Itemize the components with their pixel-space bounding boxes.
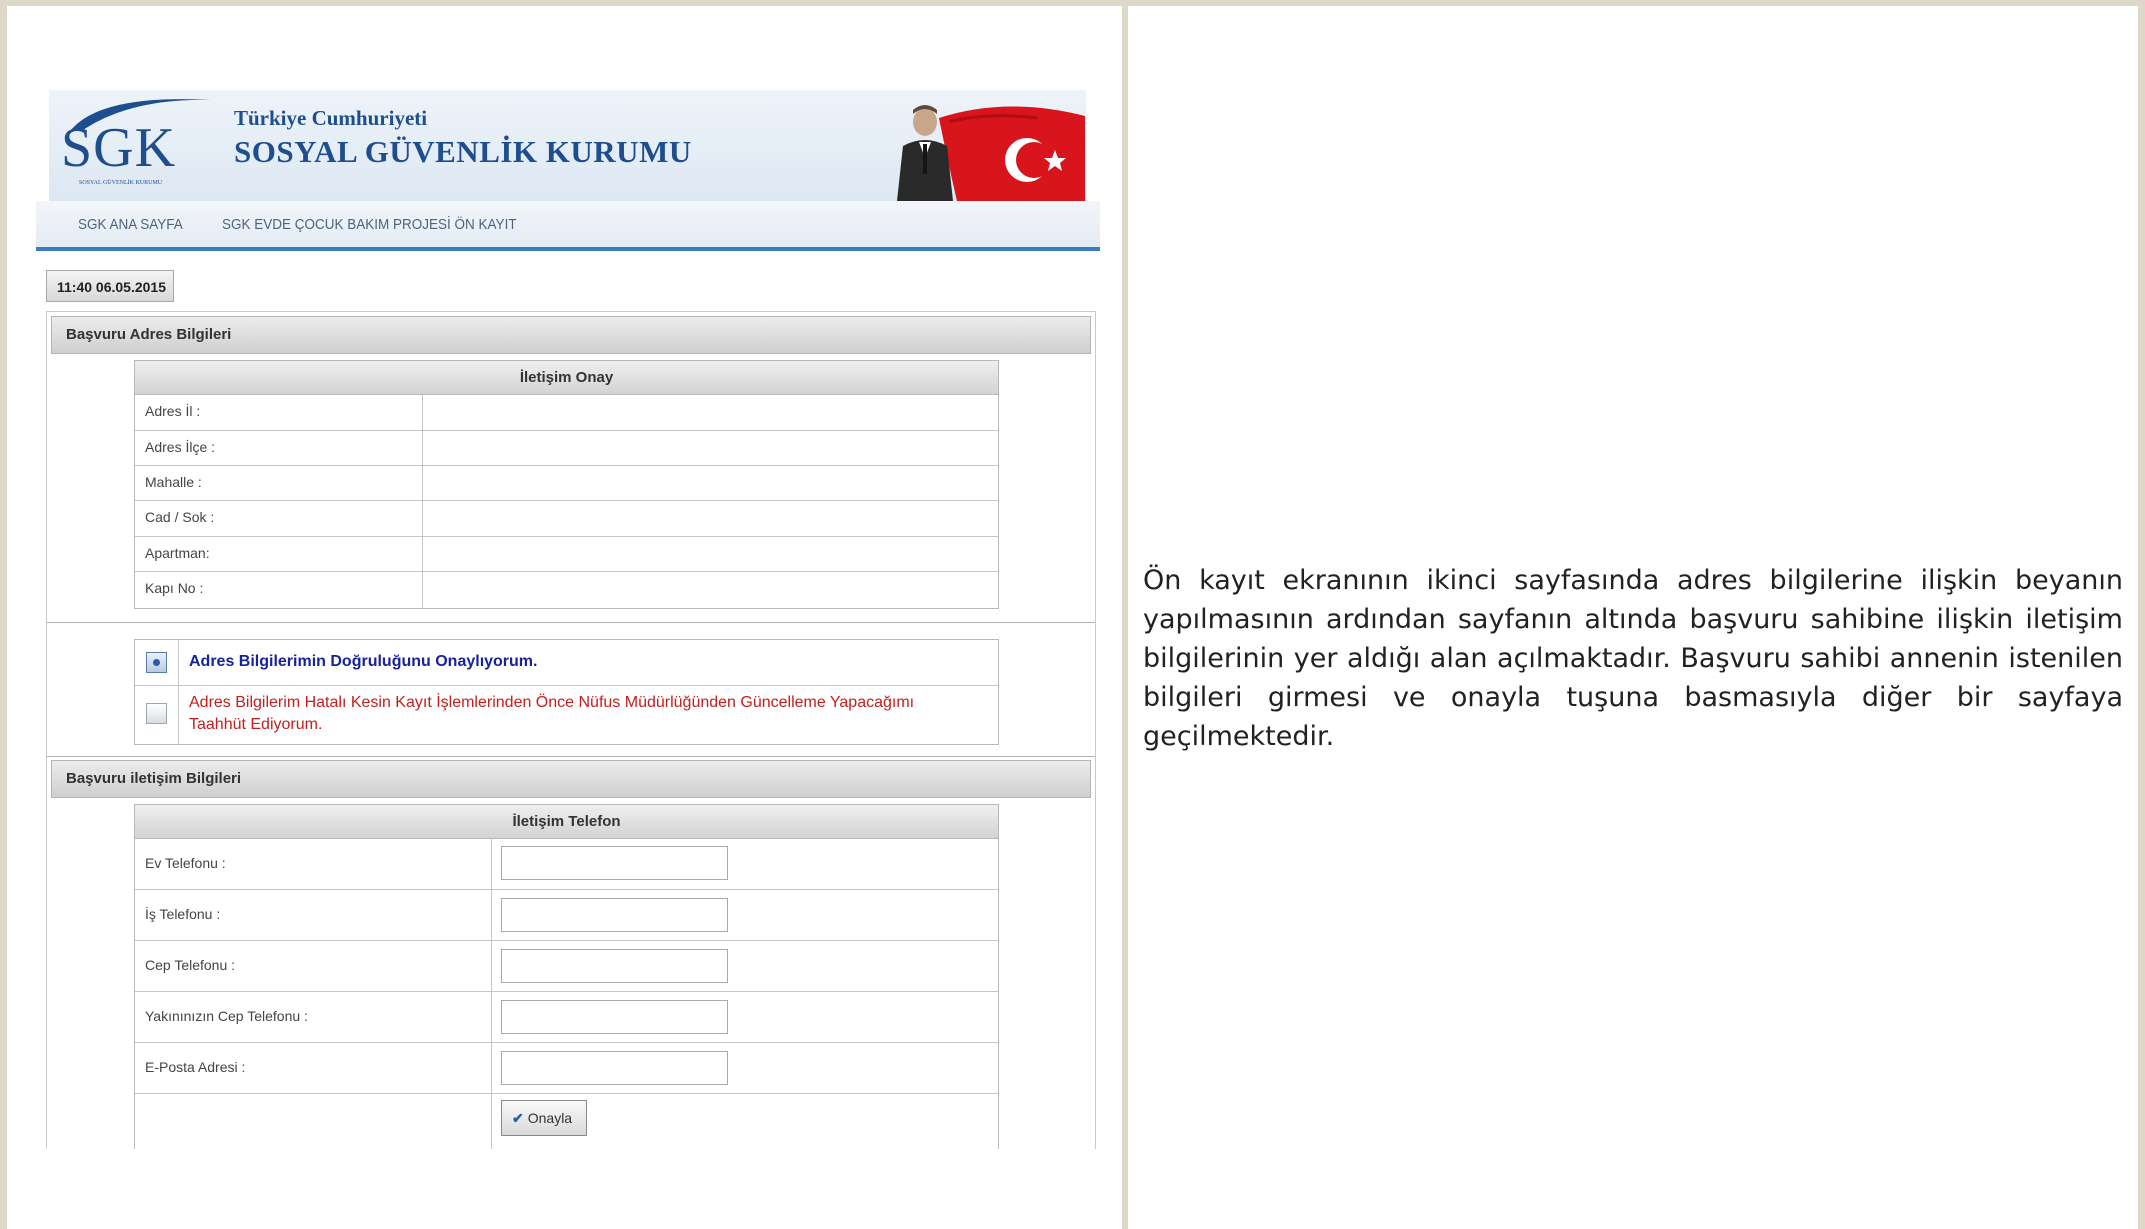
relative-phone-label: Yakınınızın Cep Telefonu : (145, 1008, 308, 1024)
address-section-header: Başvuru Adres Bilgileri (51, 316, 1091, 354)
table-row: Ev Telefonu : (135, 839, 998, 890)
address-province-label: Adres İl : (145, 403, 201, 419)
table-row: Kapı No : (135, 572, 998, 608)
door-number-label: Kapı No : (145, 580, 204, 596)
column-divider (1122, 0, 1128, 1229)
undertaking-radio[interactable] (146, 703, 167, 724)
contact-table-title: İletişim Telefon (135, 805, 998, 839)
work-phone-label: İş Telefonu : (145, 906, 221, 922)
logo-text: SGK (61, 117, 177, 179)
home-phone-label: Ev Telefonu : (145, 855, 226, 871)
table-row: Adres Bilgilerim Hatalı Kesin Kayıt İşle… (135, 686, 998, 744)
sgk-logo: SGK SOSYAL GÜVENLİK KURUMU (61, 92, 211, 192)
table-row: İş Telefonu : (135, 890, 998, 941)
confirm-address-label: Adres Bilgilerimin Doğruluğunu Onaylıyor… (189, 653, 538, 670)
table-row: E-Posta Adresi : (135, 1043, 998, 1094)
ataturk-flag-image (887, 98, 1087, 201)
contact-table: İletişim Telefon Ev Telefonu : İş Telefo… (134, 804, 999, 1149)
table-row: Cep Telefonu : (135, 941, 998, 992)
address-table-title: İletişim Onay (135, 361, 998, 395)
section-divider (47, 622, 1095, 623)
table-row: Adres İlçe : (135, 431, 998, 466)
confirmation-table: Adres Bilgilerimin Doğruluğunu Onaylıyor… (134, 639, 999, 745)
sgk-screenshot: SGK SOSYAL GÜVENLİK KURUMU Türkiye Cumhu… (36, 89, 1100, 1149)
top-navigation: SGK ANA SAYFA SGK EVDE ÇOCUK BAKIM PROJE… (36, 201, 1100, 251)
contact-section-header: Başvuru iletişim Bilgileri (51, 760, 1091, 798)
email-label: E-Posta Adresi : (145, 1059, 246, 1075)
timestamp-box: 11:40 06.05.2015 (46, 270, 174, 302)
address-district-label: Adres İlçe : (145, 439, 216, 455)
table-row: Adres Bilgilerimin Doğruluğunu Onaylıyor… (135, 640, 998, 686)
approve-button[interactable]: ✔ Onayla (501, 1100, 587, 1136)
table-row: Cad / Sok : (135, 501, 998, 537)
check-icon: ✔ (512, 1110, 524, 1126)
address-table: İletişim Onay Adres İl : Adres İlçe : Ma… (134, 360, 999, 609)
relative-phone-input[interactable] (501, 1000, 728, 1034)
nav-child-care-preregistration[interactable]: SGK EVDE ÇOCUK BAKIM PROJESİ ÖN KAYIT (222, 216, 517, 233)
org-title: Türkiye Cumhuriyeti (234, 106, 428, 130)
table-row: Adres İl : (135, 395, 998, 431)
form-container: Başvuru Adres Bilgileri İletişim Onay Ad… (46, 311, 1096, 1149)
org-name: SOSYAL GÜVENLİK KURUMU (234, 134, 692, 169)
neighborhood-label: Mahalle : (145, 474, 202, 490)
mobile-phone-input[interactable] (501, 949, 728, 983)
mobile-phone-label: Cep Telefonu : (145, 957, 236, 973)
table-row: Yakınınızın Cep Telefonu : (135, 992, 998, 1043)
undertaking-label: Adres Bilgilerim Hatalı Kesin Kayıt İşle… (189, 694, 915, 733)
work-phone-input[interactable] (501, 898, 728, 932)
table-row: Mahalle : (135, 466, 998, 501)
approve-button-label: Onayla (527, 1110, 573, 1126)
table-row: ✔ Onayla (135, 1094, 998, 1149)
table-row: Apartman: (135, 537, 998, 572)
logo-subtext: SOSYAL GÜVENLİK KURUMU (79, 180, 163, 186)
nav-sgk-home[interactable]: SGK ANA SAYFA (78, 216, 183, 233)
section-divider (47, 756, 1095, 757)
email-input[interactable] (501, 1051, 728, 1085)
description-text: Ön kayıt ekranının ikinci sayfasında adr… (1143, 565, 2123, 752)
confirm-address-radio[interactable] (146, 652, 167, 673)
home-phone-input[interactable] (501, 846, 728, 880)
header-banner: SGK SOSYAL GÜVENLİK KURUMU Türkiye Cumhu… (49, 90, 1086, 201)
street-label: Cad / Sok : (145, 509, 215, 525)
apartment-label: Apartman: (145, 545, 210, 561)
